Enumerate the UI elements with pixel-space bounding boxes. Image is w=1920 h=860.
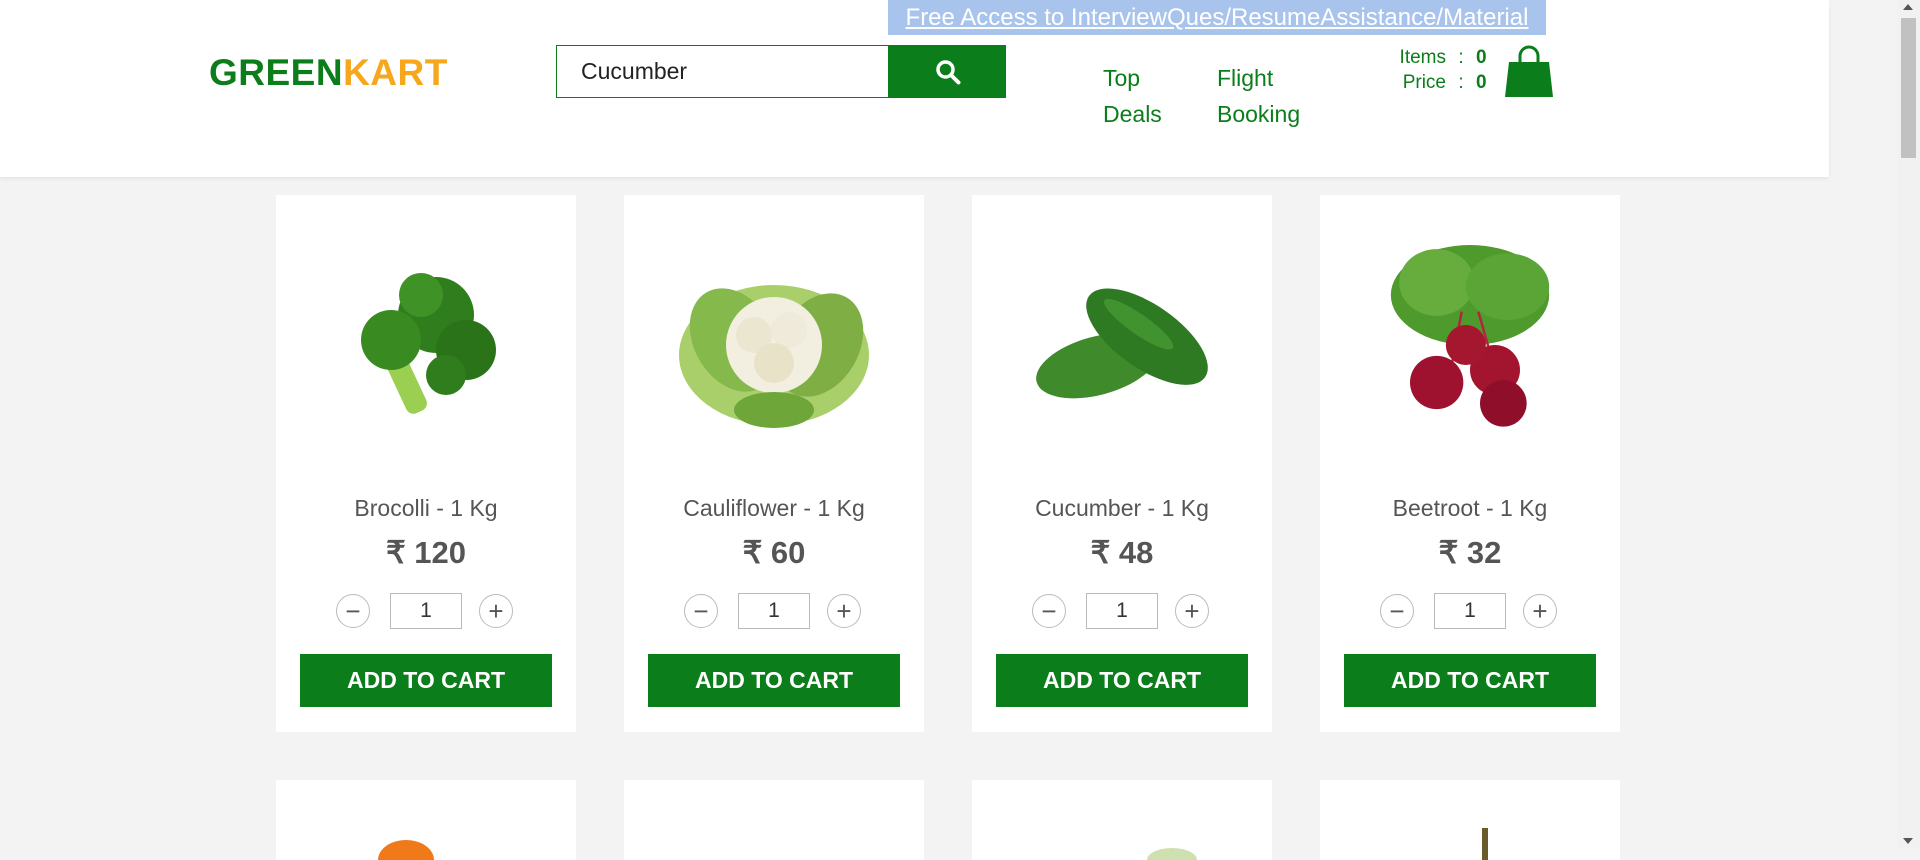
search-input[interactable]: [557, 46, 888, 97]
product-card-row2-2: [624, 780, 924, 860]
decrement-button[interactable]: −: [1032, 594, 1066, 628]
quantity-input[interactable]: 1: [738, 593, 810, 629]
vertical-scrollbar[interactable]: [1897, 0, 1920, 848]
product-name: Cauliflower - 1 Kg: [683, 495, 865, 521]
cart-summary: Items : 0 Price : 0: [1368, 45, 1487, 95]
logo-kart: KART: [343, 52, 448, 93]
product-name: Brocolli - 1 Kg: [354, 495, 498, 521]
product-price: ₹ 32: [1438, 535, 1502, 570]
product-card-cucumber: Cucumber - 1 Kg ₹ 48 − 1 + ADD TO CART: [972, 195, 1272, 732]
product-price: ₹ 120: [385, 535, 467, 570]
logo-green: GREEN: [209, 52, 344, 93]
product-card-row2-1: [276, 780, 576, 860]
product-card-row2-4: [1320, 780, 1620, 860]
product-price: ₹ 60: [742, 535, 806, 570]
flight-booking-link[interactable]: Flight Booking: [1217, 60, 1347, 132]
items-label: Items: [1399, 47, 1446, 68]
price-total: 0: [1476, 72, 1487, 93]
shopping-bag-icon: [1505, 45, 1553, 97]
quantity-input[interactable]: 1: [1086, 593, 1158, 629]
items-count: 0: [1476, 47, 1487, 68]
search-icon: [935, 59, 960, 84]
quantity-input[interactable]: 1: [1434, 593, 1506, 629]
add-to-cart-button[interactable]: ADD TO CART: [648, 654, 900, 707]
site-header: Free Access to InterviewQues/ResumeAssis…: [0, 0, 1829, 177]
product-image-cauliflower: [674, 215, 874, 475]
decrement-button[interactable]: −: [1380, 594, 1414, 628]
add-to-cart-button[interactable]: ADD TO CART: [300, 654, 552, 707]
product-image-beetroot: [1370, 215, 1570, 475]
scroll-thumb[interactable]: [1901, 18, 1916, 158]
product-name: Cucumber - 1 Kg: [1035, 495, 1209, 521]
product-image-cucumber: [1022, 215, 1222, 475]
product-name: Beetroot - 1 Kg: [1392, 495, 1548, 521]
search-box: [556, 45, 889, 98]
decrement-button[interactable]: −: [336, 594, 370, 628]
scroll-down-arrow-icon[interactable]: [1903, 838, 1913, 844]
product-card-cauliflower: Cauliflower - 1 Kg ₹ 60 − 1 + ADD TO CAR…: [624, 195, 924, 732]
logo[interactable]: GREENKART: [209, 52, 448, 94]
product-image-brocolli: [326, 215, 526, 475]
top-deals-link[interactable]: Top Deals: [1103, 60, 1183, 132]
increment-button[interactable]: +: [827, 594, 861, 628]
product-image-partial: [378, 840, 434, 860]
decrement-button[interactable]: −: [684, 594, 718, 628]
add-to-cart-button[interactable]: ADD TO CART: [1344, 654, 1596, 707]
increment-button[interactable]: +: [1175, 594, 1209, 628]
add-to-cart-button[interactable]: ADD TO CART: [996, 654, 1248, 707]
items-separator: :: [1458, 47, 1464, 68]
product-card-beetroot: Beetroot - 1 Kg ₹ 32 − 1 + ADD TO CART: [1320, 195, 1620, 732]
price-label: Price: [1402, 72, 1446, 93]
increment-button[interactable]: +: [479, 594, 513, 628]
product-image-partial: [1482, 828, 1488, 860]
increment-button[interactable]: +: [1523, 594, 1557, 628]
search-button[interactable]: [889, 45, 1006, 98]
scroll-up-arrow-icon[interactable]: [1903, 4, 1913, 10]
product-card-row2-3: [972, 780, 1272, 860]
cart-button[interactable]: [1504, 44, 1554, 104]
promo-link[interactable]: Free Access to InterviewQues/ResumeAssis…: [888, 0, 1546, 35]
product-price: ₹ 48: [1090, 535, 1154, 570]
price-separator: :: [1458, 72, 1464, 93]
product-card-brocolli: Brocolli - 1 Kg ₹ 120 − 1 + ADD TO CART: [276, 195, 576, 732]
quantity-input[interactable]: 1: [390, 593, 462, 629]
